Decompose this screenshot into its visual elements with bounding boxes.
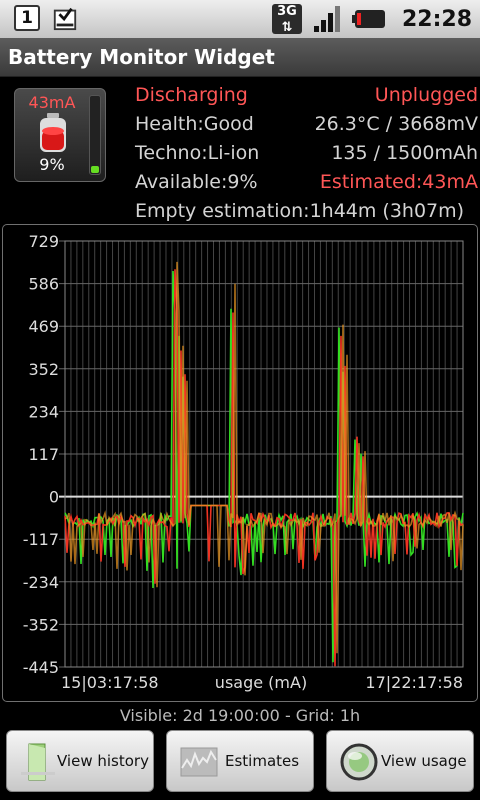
widget-current: 43mA	[28, 93, 76, 112]
x-axis-title: usage (mA)	[215, 673, 307, 692]
battery-available: Available:9%	[135, 171, 258, 193]
usage-globe-icon	[340, 743, 378, 781]
battery-widget[interactable]: 43mA 9%	[14, 88, 106, 182]
y-tick-label: -352	[23, 615, 59, 634]
battery-state: Discharging	[135, 84, 248, 106]
view-history-label: View history	[57, 752, 149, 770]
usage-graph[interactable]: 729 586 469 352 234 117 0 -117 -234 -352 -44515|03…	[3, 225, 477, 701]
view-usage-label: View usage	[381, 752, 467, 770]
y-tick-label: 469	[28, 317, 59, 336]
app-title-bar: Battery Monitor Widget	[0, 38, 480, 77]
x-start-label: 15|03:17:58	[61, 673, 159, 692]
empty-estimation: Empty estimation:1h44m (3h07m)	[135, 200, 465, 222]
y-tick-label: 234	[28, 402, 59, 421]
temp-voltage: 26.3°C / 3668mV	[314, 113, 478, 135]
y-tick-label: -445	[23, 658, 59, 677]
network-3g-icon: 3G ⇅	[271, 4, 302, 35]
status-bar: 1 3G ⇅ 22:28	[0, 0, 480, 38]
y-tick-label: 352	[28, 360, 59, 379]
widget-level-bar	[89, 95, 101, 175]
x-end-label: 17|22:17:58	[365, 673, 463, 692]
visible-range-text: Visible: 2d 19:00:00 - Grid: 1h	[119, 706, 361, 725]
view-history-button[interactable]: View history	[6, 730, 154, 792]
history-door-icon	[21, 743, 55, 781]
battery-capacity: 135 / 1500mAh	[331, 142, 478, 164]
estimated-current: Estimated:43mA	[319, 171, 478, 193]
status-time: 22:28	[401, 6, 472, 32]
battery-low-icon	[351, 10, 385, 28]
y-tick-label: 0	[49, 488, 59, 507]
plug-state: Unplugged	[374, 84, 478, 106]
signal-strength-icon	[313, 6, 340, 32]
y-tick-label: -117	[23, 530, 59, 549]
y-tick-label: -234	[23, 573, 59, 592]
app-title: Battery Monitor Widget	[8, 45, 275, 69]
battery-health: Health:Good	[135, 113, 254, 135]
view-usage-button[interactable]: View usage	[326, 730, 474, 792]
clipboard-check-icon[interactable]	[52, 5, 78, 31]
notification-count-icon[interactable]: 1	[14, 5, 40, 31]
battery-red-icon	[40, 113, 66, 152]
estimates-button[interactable]: Estimates	[166, 730, 314, 792]
estimates-label: Estimates	[225, 752, 300, 770]
y-tick-label: 117	[28, 445, 59, 464]
estimates-graph-icon	[180, 747, 218, 777]
y-tick-label: 729	[28, 232, 59, 251]
usage-graph-panel[interactable]: 729 586 469 352 234 117 0 -117 -234 -352 -445 15|03…	[2, 224, 478, 702]
widget-percent: 9%	[39, 155, 65, 174]
battery-techno: Techno:Li-ion	[135, 142, 260, 164]
widget-level-fill	[91, 166, 99, 173]
y-tick-label: 586	[28, 275, 59, 294]
